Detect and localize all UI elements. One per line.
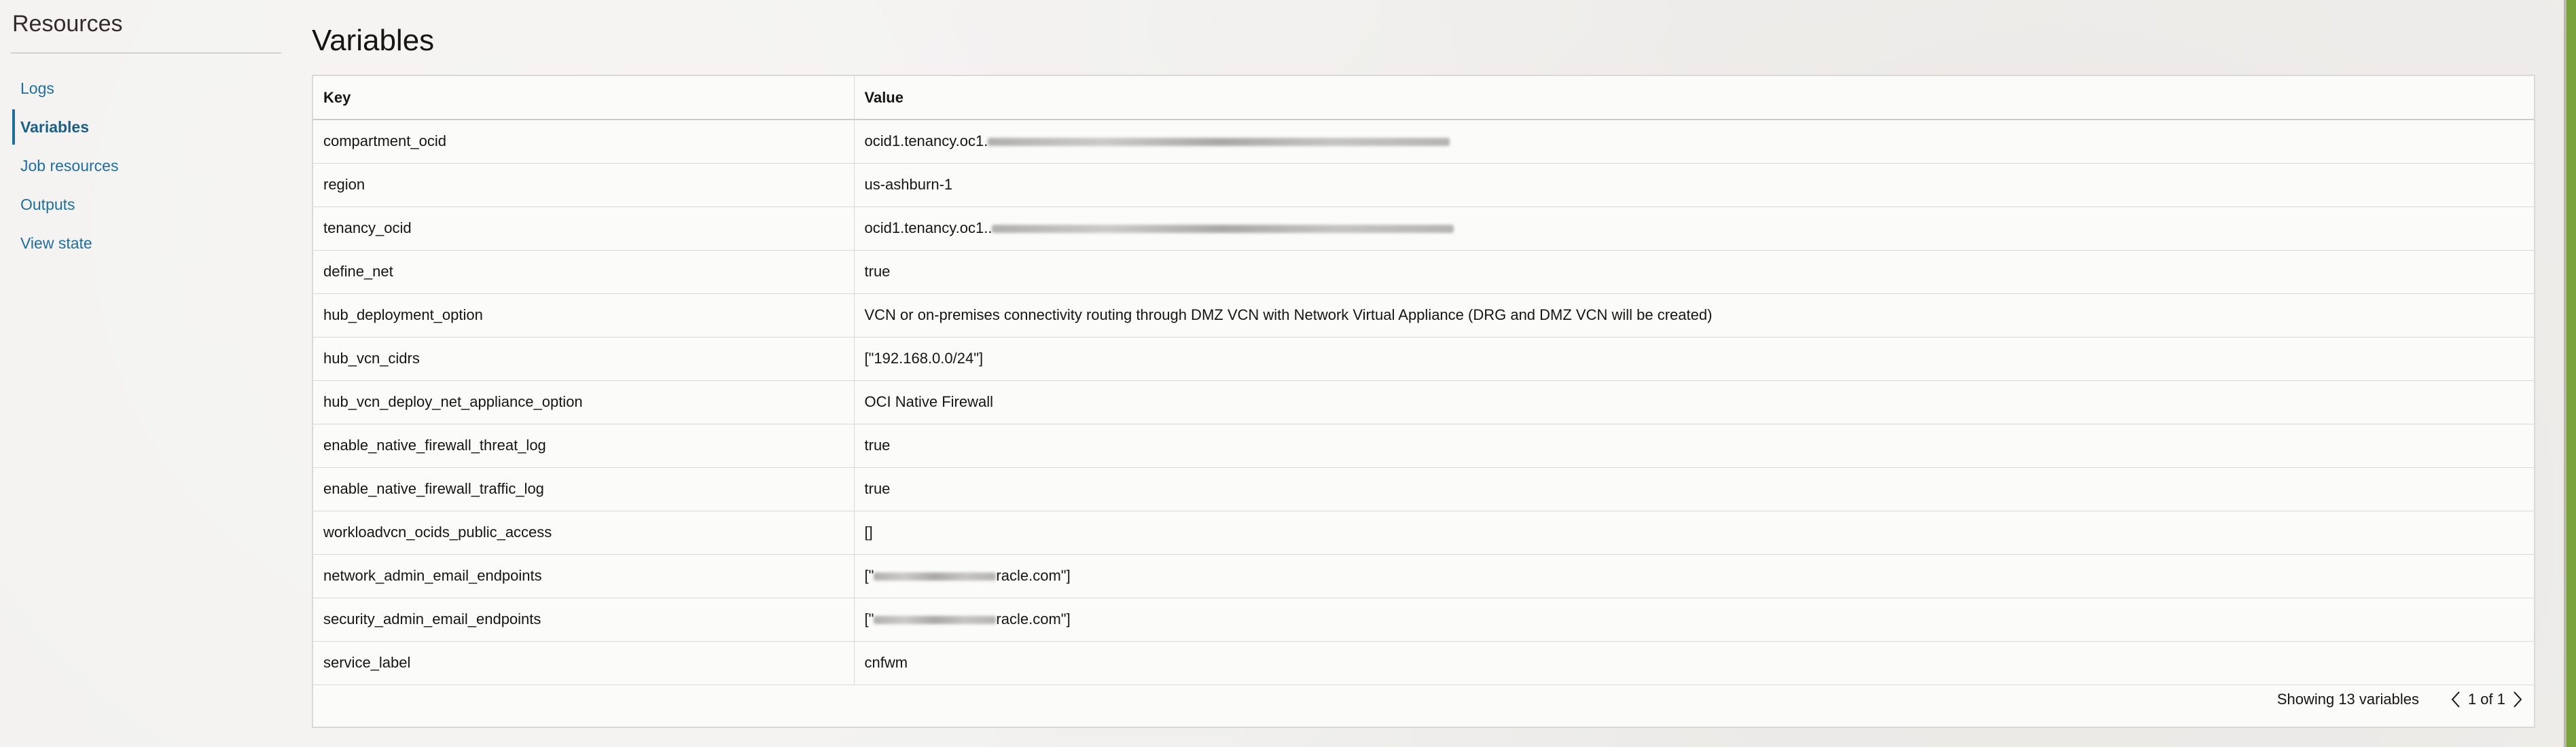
value-text: true <box>864 263 891 280</box>
table-row: network_admin_email_endpoints [" racle.com… <box>313 554 2534 598</box>
variable-value: [] <box>854 511 2534 555</box>
table-footer: Showing 13 variables 1 of 1 <box>2277 679 2527 720</box>
page: Resources Logs Variables Job resources O… <box>0 0 2576 747</box>
value-text: [] <box>864 524 873 541</box>
variable-key: service_label <box>313 641 855 685</box>
variable-value: ocid1.tenancy.oc1. <box>854 120 2534 164</box>
chevron-left-icon[interactable] <box>2446 686 2465 713</box>
sidebar-item-variables[interactable]: Variables <box>0 109 285 145</box>
value-text: ocid1.tenancy.oc1. <box>864 132 988 150</box>
table-row: workloadvcn_ocids_public_access [] <box>313 511 2534 555</box>
table-row: hub_vcn_cidrs ["192.168.0.0/24"] <box>313 337 2534 381</box>
column-header-key[interactable]: Key <box>313 76 855 120</box>
variable-key: compartment_ocid <box>313 120 855 164</box>
chevron-right-icon[interactable] <box>2508 686 2527 713</box>
table-row: service_label cnfwm <box>313 641 2534 685</box>
table-row: region us-ashburn-1 <box>313 163 2534 207</box>
sidebar-title: Resources <box>12 11 123 37</box>
table-row: enable_native_firewall_traffic_log true <box>313 467 2534 511</box>
value-prefix: [" <box>864 611 874 627</box>
variable-key: hub_vcn_cidrs <box>313 337 855 381</box>
value-prefix: [" <box>864 567 874 584</box>
sidebar-item-view-state[interactable]: View state <box>0 230 285 257</box>
sidebar-item-logs[interactable]: Logs <box>0 75 285 102</box>
sidebar-item-job-resources[interactable]: Job resources <box>0 152 285 179</box>
variables-panel: Key Value compartment_ocid ocid1.tenancy.… <box>312 75 2535 728</box>
variable-key: security_admin_email_endpoints <box>313 598 855 642</box>
table-row: define_net true <box>313 250 2534 294</box>
table-row: enable_native_firewall_threat_log true <box>313 424 2534 468</box>
variable-key: workloadvcn_ocids_public_access <box>313 511 855 555</box>
variables-table: Key Value compartment_ocid ocid1.tenancy.… <box>313 76 2534 685</box>
variable-value: [" racle.com"] <box>854 554 2534 598</box>
variables-table-body: compartment_ocid ocid1.tenancy.oc1. region… <box>313 120 2534 685</box>
variable-key: region <box>313 163 855 207</box>
variable-key: hub_vcn_deploy_net_appliance_option <box>313 380 855 424</box>
table-row: compartment_ocid ocid1.tenancy.oc1. <box>313 120 2534 164</box>
variable-value: cnfwm <box>854 641 2534 685</box>
accent-strip <box>2564 0 2576 747</box>
value-text: us-ashburn-1 <box>864 176 953 193</box>
redacted-text <box>874 572 997 581</box>
variable-key: enable_native_firewall_threat_log <box>313 424 855 468</box>
value-text: ["192.168.0.0/24"] <box>864 350 984 367</box>
value-text: cnfwm <box>864 654 908 671</box>
value-text: true <box>864 437 891 454</box>
sidebar-item-outputs[interactable]: Outputs <box>0 191 285 218</box>
redacted-text <box>874 616 997 625</box>
table-row: hub_deployment_option VCN or on-premises … <box>313 293 2534 338</box>
variable-value: true <box>854 467 2534 511</box>
variable-value: [" racle.com"] <box>854 598 2534 642</box>
variable-value: OCI Native Firewall <box>854 380 2534 424</box>
variable-value: true <box>854 424 2534 468</box>
redacted-text <box>988 138 1450 147</box>
variable-key: enable_native_firewall_traffic_log <box>313 467 855 511</box>
sidebar-nav: Logs Variables Job resources Outputs Vie… <box>0 75 285 268</box>
value-suffix: racle.com"] <box>996 611 1071 627</box>
table-header-row: Key Value <box>313 76 2534 120</box>
variable-value: us-ashburn-1 <box>854 163 2534 207</box>
value-text: ocid1.tenancy.oc1.. <box>864 219 992 236</box>
variable-key: hub_deployment_option <box>313 293 855 338</box>
value-text: OCI Native Firewall <box>864 393 993 410</box>
variable-value: true <box>854 250 2534 294</box>
variable-value: ocid1.tenancy.oc1.. <box>854 206 2534 251</box>
table-row: tenancy_ocid ocid1.tenancy.oc1.. <box>313 206 2534 251</box>
table-row: hub_vcn_deploy_net_appliance_option OCI N… <box>313 380 2534 424</box>
value-suffix: racle.com"] <box>996 567 1071 584</box>
redacted-text <box>992 225 1454 234</box>
variables-count: Showing 13 variables <box>2276 691 2419 708</box>
value-text: true <box>864 480 891 497</box>
sidebar-divider <box>11 52 281 54</box>
column-header-value[interactable]: Value <box>854 76 2534 120</box>
resources-sidebar: Resources Logs Variables Job resources O… <box>0 0 285 747</box>
variable-key: network_admin_email_endpoints <box>313 554 855 598</box>
variable-value: ["192.168.0.0/24"] <box>854 337 2534 381</box>
page-info: 1 of 1 <box>2467 691 2505 708</box>
table-row: security_admin_email_endpoints [" racle.co… <box>313 598 2534 642</box>
value-text: VCN or on-premises connectivity routing … <box>864 306 1713 323</box>
variable-value: VCN or on-premises connectivity routing … <box>854 293 2534 338</box>
variable-key: tenancy_ocid <box>313 206 855 251</box>
variable-key: define_net <box>313 250 855 294</box>
page-title: Variables <box>312 24 435 58</box>
